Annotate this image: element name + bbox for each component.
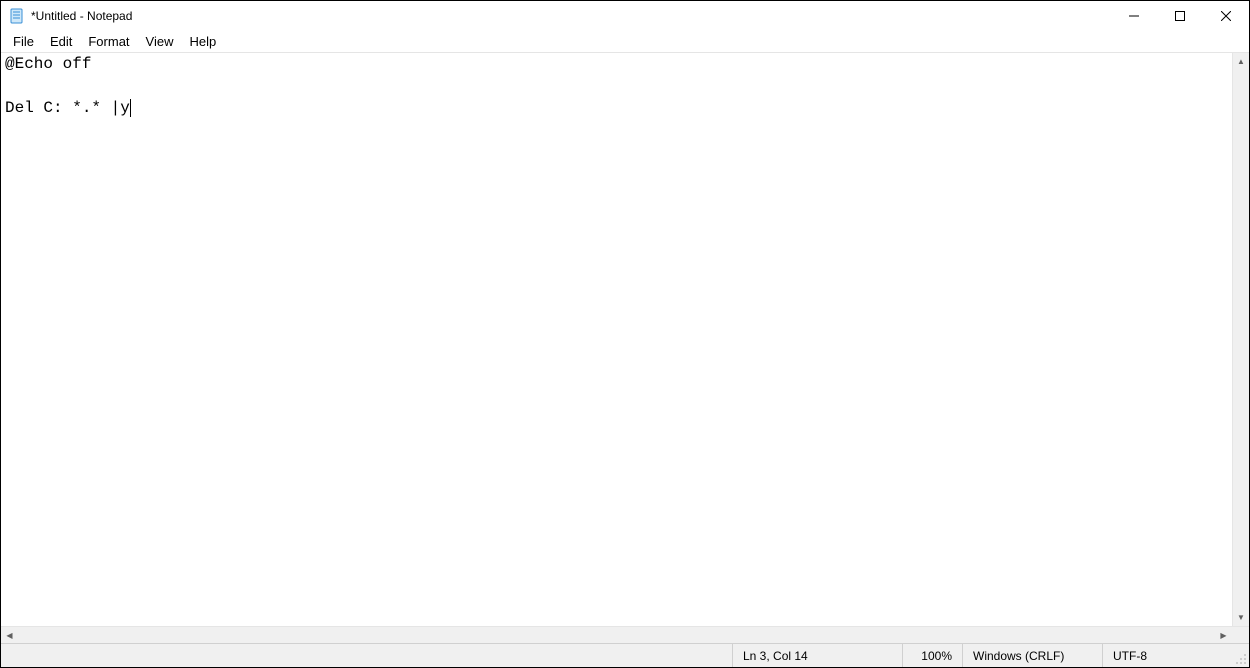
menubar: File Edit Format View Help: [1, 31, 1249, 53]
titlebar[interactable]: *Untitled - Notepad: [1, 1, 1249, 31]
menu-edit[interactable]: Edit: [42, 32, 80, 51]
status-zoom: 100%: [902, 644, 962, 667]
editor-content: @Echo off Del C: *.* |y: [5, 55, 130, 117]
close-button[interactable]: [1203, 1, 1249, 31]
scroll-right-arrow-icon[interactable]: ▶: [1215, 627, 1232, 643]
scroll-down-arrow-icon[interactable]: ▼: [1233, 609, 1249, 626]
menu-format[interactable]: Format: [80, 32, 137, 51]
text-editor[interactable]: @Echo off Del C: *.* |y: [1, 53, 1232, 626]
notepad-app-icon: [9, 8, 25, 24]
statusbar: Ln 3, Col 14 100% Windows (CRLF) UTF-8: [1, 643, 1249, 667]
menu-help[interactable]: Help: [181, 32, 224, 51]
status-encoding: UTF-8: [1102, 644, 1232, 667]
minimize-button[interactable]: [1111, 1, 1157, 31]
menu-view[interactable]: View: [138, 32, 182, 51]
scroll-up-arrow-icon[interactable]: ▲: [1233, 53, 1249, 70]
scroll-left-arrow-icon[interactable]: ◀: [1, 627, 18, 643]
status-cursor-position: Ln 3, Col 14: [732, 644, 902, 667]
status-line-ending: Windows (CRLF): [962, 644, 1102, 667]
resize-grip-icon[interactable]: [1232, 644, 1249, 667]
notepad-window: *Untitled - Notepad File Edit Format Vie…: [0, 0, 1250, 668]
vertical-scrollbar[interactable]: ▲ ▼: [1232, 53, 1249, 626]
window-title: *Untitled - Notepad: [31, 9, 132, 23]
horizontal-scrollbar[interactable]: ◀ ▶: [1, 626, 1249, 643]
menu-file[interactable]: File: [5, 32, 42, 51]
maximize-button[interactable]: [1157, 1, 1203, 31]
text-caret: [130, 99, 131, 117]
